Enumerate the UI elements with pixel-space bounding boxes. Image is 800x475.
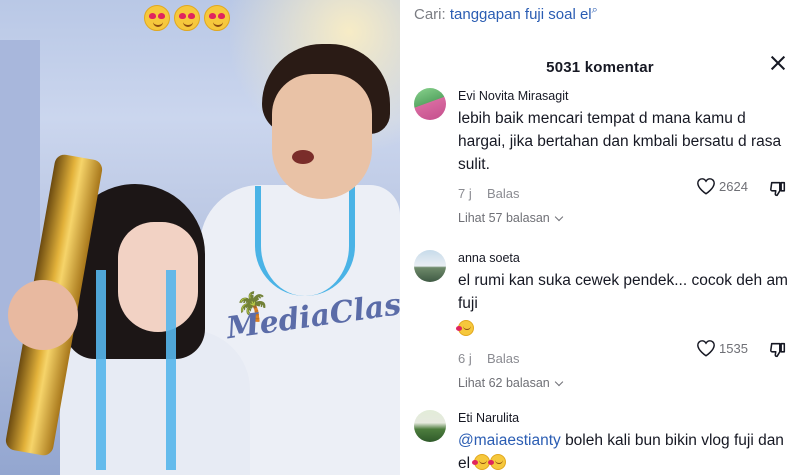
comment-count: 5031 komentar — [546, 59, 654, 76]
comment-time: 7 j — [458, 185, 472, 201]
heart-eyes-emoji-icon — [144, 5, 170, 31]
like-count: 2624 — [719, 178, 748, 194]
dislike-icon[interactable] — [769, 180, 787, 198]
comment-emoji-line — [456, 318, 788, 341]
girl-lanyard — [96, 270, 176, 470]
chevron-down-icon — [554, 377, 563, 386]
heart-icon — [697, 178, 715, 195]
smiling-face-with-hearts-icon — [488, 454, 507, 470]
comment-text: lebih baik mencari tempat d mana kamu d … — [458, 110, 782, 173]
hand — [8, 280, 78, 350]
man-mouth — [292, 150, 314, 164]
man-lanyard — [255, 186, 355, 296]
comment-text: @maiaestianty boleh kali bun bikin vlog … — [458, 429, 788, 475]
comment-text: el rumi kan suka cewek pendek... cocok d… — [458, 272, 788, 312]
comment-username[interactable]: Eti Narulita — [458, 411, 788, 425]
video-player[interactable]: 🌴 MediaClash — [0, 0, 400, 475]
smiling-face-with-hearts-icon — [456, 320, 474, 336]
overlay-emoji-row — [144, 5, 230, 31]
reply-button[interactable]: Balas — [487, 186, 520, 201]
comment-username[interactable]: Evi Novita Mirasagit — [458, 89, 788, 103]
reply-button[interactable]: Balas — [487, 351, 520, 366]
chevron-down-icon — [554, 212, 563, 221]
view-replies-label: Lihat 62 balasan — [458, 376, 550, 390]
avatar[interactable] — [414, 250, 446, 282]
man-face — [272, 74, 372, 199]
heart-eyes-emoji-icon — [204, 5, 230, 31]
comments-panel: Cari: tanggapan fuji soal el⌕ 5031 komen… — [400, 0, 800, 475]
search-suggestion[interactable]: Cari: tanggapan fuji soal el⌕ — [414, 4, 598, 23]
view-replies-button[interactable]: Lihat 57 balasan — [458, 211, 788, 225]
comment-time: 6 j — [458, 350, 472, 366]
search-prefix: Cari: — [414, 6, 446, 23]
like-count: 1535 — [719, 340, 748, 356]
mention-link[interactable]: @maiaestianty — [458, 432, 561, 449]
search-icon: ⌕ — [591, 4, 598, 16]
heart-eyes-emoji-icon — [174, 5, 200, 31]
close-icon[interactable] — [768, 53, 788, 73]
avatar[interactable] — [414, 88, 446, 120]
heart-icon — [697, 340, 715, 357]
view-replies-label: Lihat 57 balasan — [458, 211, 550, 225]
search-query-link[interactable]: tanggapan fuji soal el — [450, 6, 592, 23]
comment-username[interactable]: anna soeta — [458, 251, 788, 265]
avatar[interactable] — [414, 410, 446, 442]
view-replies-button[interactable]: Lihat 62 balasan — [458, 376, 788, 390]
dislike-icon[interactable] — [769, 341, 787, 359]
